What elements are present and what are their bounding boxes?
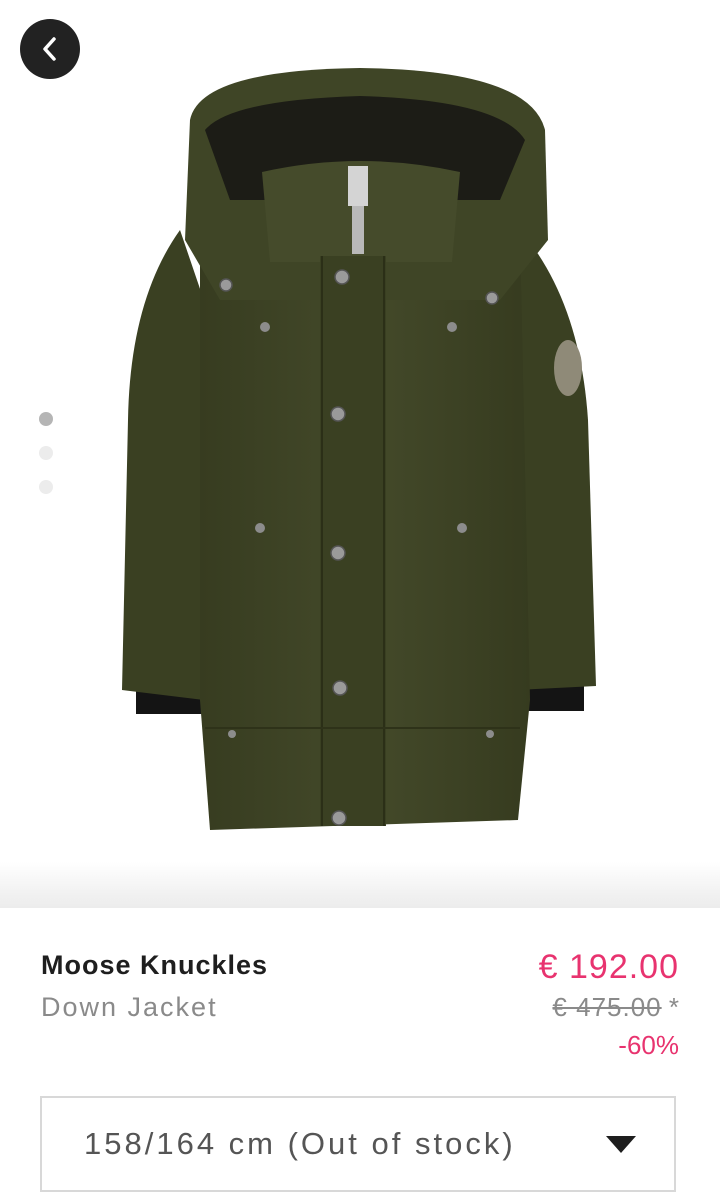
gallery-pagination xyxy=(39,412,55,514)
gallery-dot[interactable] xyxy=(39,446,53,460)
gallery-dot-active[interactable] xyxy=(39,412,53,426)
product-image xyxy=(122,68,596,830)
size-selector-value: 158/164 cm (Out of stock) xyxy=(84,1126,516,1161)
back-button[interactable] xyxy=(20,19,80,79)
discount-badge: -60% xyxy=(618,1030,679,1060)
product-name: Down Jacket xyxy=(41,992,218,1022)
gallery-bottom-shadow xyxy=(0,862,720,908)
original-price-row: € 475.00 * xyxy=(552,992,679,1023)
price-footnote-marker: * xyxy=(668,992,679,1022)
product-info: Moose Knuckles Down Jacket € 192.00 € 47… xyxy=(0,908,720,1203)
product-image-gallery[interactable] xyxy=(0,0,720,908)
original-price: € 475.00 xyxy=(552,992,662,1022)
gallery-dot[interactable] xyxy=(39,480,53,494)
size-selector[interactable]: 158/164 cm (Out of stock) xyxy=(40,1096,676,1192)
brand-name[interactable]: Moose Knuckles xyxy=(41,950,268,981)
caret-down-icon xyxy=(606,1136,636,1153)
chevron-left-icon xyxy=(43,37,56,61)
product-detail-page: Moose Knuckles Down Jacket € 192.00 € 47… xyxy=(0,0,720,1203)
current-price: € 192.00 xyxy=(538,948,679,986)
